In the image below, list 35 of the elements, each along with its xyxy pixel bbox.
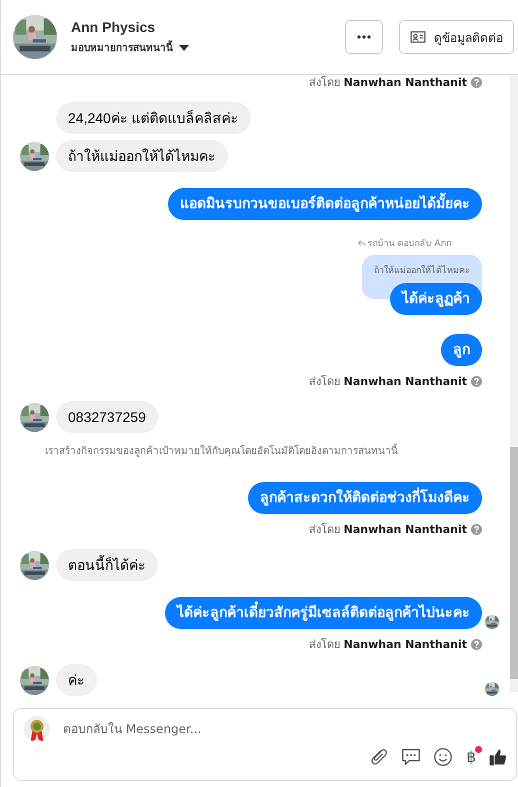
help-icon[interactable] [471, 76, 482, 88]
chat-bubble-icon[interactable] [400, 746, 422, 768]
scrollbar[interactable] [510, 75, 518, 692]
reply-box[interactable]: ตอบกลับใน Messenger... ฿ [13, 708, 517, 781]
message-bubble: ลูก [441, 334, 482, 366]
system-note: เราสร้างกิจกรรมของลูกค้าเป้าหมายให้กับคุณโดยอัตโนมัติโดยอิงตามการสนทนานี้ [45, 446, 398, 457]
message-bubble: ถ้าให้แม่ออกให้ได้ไหมคะ [56, 140, 228, 172]
scrollbar-thumb[interactable] [510, 447, 518, 679]
sender-label: ส่งโดย Nanwhan Nanthanit [309, 637, 467, 653]
assign-dropdown[interactable]: มอบหมายการสนทนานี้ [71, 40, 189, 55]
contact-name: Ann Physics [71, 19, 156, 35]
message-bubble: ลูกค้าสะดวกให้ติดต่อช่วงกี่โมงดีคะ [248, 482, 482, 514]
sender-label: ส่งโดย Nanwhan Nanthanit [309, 75, 467, 91]
help-icon[interactable] [471, 524, 482, 534]
message-bubble: 0832737259 [56, 401, 158, 433]
message-bubble: 24,240ค่ะ แต่ติดแบล็คลิสค่ะ [56, 102, 251, 134]
sender-label: ส่งโดย Nanwhan Nanthanit [309, 522, 467, 538]
message-bubble: ค่ะ [56, 664, 97, 696]
help-icon[interactable] [471, 376, 482, 386]
reply-icon [356, 239, 367, 247]
message-bubble: ได้ค่ะลูฏค้า [390, 283, 482, 315]
payment-button[interactable]: ฿ [464, 748, 478, 766]
message-bubble: ตอนนี้ก็ได้ค่ะ [56, 549, 158, 581]
contact-info-button[interactable]: ดูข้อมูลติดต่อ [399, 20, 514, 54]
message-bubble: ได้ค่ะลูกค้าเดี๋ยวสักครู่มีเซลล์ติดต่อลูกค้าไปนะคะ [165, 597, 482, 629]
emoji-icon[interactable] [432, 746, 454, 768]
reply-label: รถบ้าน ตอบกลับ Ann [368, 238, 452, 250]
thumbs-up-icon[interactable] [488, 747, 508, 767]
help-icon[interactable] [471, 638, 482, 650]
contact-card-icon [410, 31, 426, 43]
sender-label: ส่งโดย Nanwhan Nanthanit [309, 374, 467, 390]
message-bubble: แอดมินรบกวนขอเบอร์ติดต่อลูกค้าหน่อยได้มั้ยคะ [168, 188, 482, 220]
more-button[interactable] [345, 20, 383, 54]
more-icon [357, 35, 371, 39]
caret-icon [179, 44, 189, 50]
